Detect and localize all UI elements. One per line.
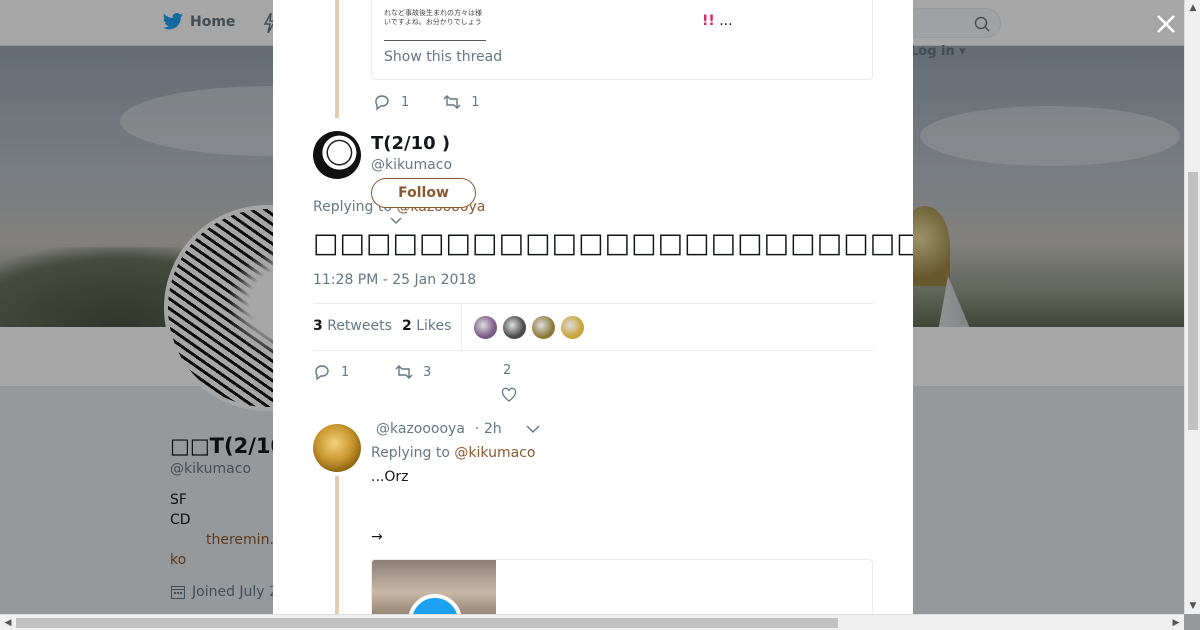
reply-arrow: → [371, 529, 383, 545]
reply-button[interactable]: 1 [373, 93, 409, 111]
scroll-right-arrow-icon[interactable]: ▶ [1168, 615, 1184, 630]
divider [461, 304, 462, 350]
previous-tweet-actions: 1 1 [373, 93, 514, 111]
scroll-left-arrow-icon[interactable]: ◀ [0, 615, 16, 630]
media-card[interactable] [371, 559, 873, 614]
scroll-down-arrow-icon[interactable]: ▼ [1185, 598, 1200, 614]
reply-header: @kazooooya · 2h [376, 421, 540, 437]
retweet-button[interactable]: 1 [443, 93, 480, 111]
author-avatar[interactable] [313, 131, 361, 179]
tweet-actions: 1 3 2 [313, 363, 563, 409]
tweet-modal: れなど事故後生まれの方々は様 いですよね。お分かりでしょう !! ... Sho… [273, 0, 913, 614]
replying-to-line: Replying to @kikumaco [371, 445, 536, 461]
likes-stat[interactable]: 2 Likes [402, 318, 451, 334]
heart-icon[interactable] [501, 387, 517, 403]
author-handle[interactable]: @kikumaco [371, 157, 452, 173]
reply-button[interactable]: 1 [313, 363, 349, 381]
chevron-down-icon[interactable] [390, 215, 402, 225]
thread-connector [335, 476, 339, 614]
tweet-text: □□□□□□□□□□□□□□□□□□□□□□□□□□□□□□□□□□□□□□□□… [313, 228, 913, 259]
scroll-up-arrow-icon[interactable]: ▲ [1185, 0, 1200, 16]
retweet-icon [443, 95, 461, 109]
quoted-image: れなど事故後生まれの方々は様 いですよね。お分かりでしょう [384, 0, 486, 41]
liker-avatar[interactable] [473, 315, 498, 340]
mention-link[interactable]: @kikumaco [454, 445, 535, 461]
retweets-stat[interactable]: 3 Retweets [313, 318, 392, 334]
scrollbar-thumb[interactable] [1188, 172, 1198, 430]
reply-icon [315, 365, 329, 381]
chevron-down-icon[interactable] [526, 424, 540, 434]
retweet-button[interactable]: 3 [395, 363, 431, 381]
reply-author-avatar[interactable] [313, 424, 361, 472]
quoted-text: !! ... [702, 13, 733, 29]
like-count: 2 [503, 363, 512, 378]
retweet-icon [395, 365, 413, 379]
show-thread-link[interactable]: Show this thread [384, 49, 502, 65]
liker-avatar[interactable] [502, 315, 527, 340]
liker-avatar[interactable] [560, 315, 585, 340]
author-name[interactable]: T(2/10 ) [371, 133, 450, 154]
close-icon[interactable] [1152, 10, 1180, 38]
liker-avatar[interactable] [531, 315, 556, 340]
scrollbar-thumb[interactable] [16, 618, 838, 628]
quoted-tweet-card[interactable]: れなど事故後生まれの方々は様 いですよね。お分かりでしょう !! ... Sho… [371, 0, 873, 80]
thread-connector [335, 0, 339, 118]
tweet-stats: 3 Retweets 2 Likes [313, 303, 873, 351]
reply-text: ...Orz [371, 469, 409, 485]
reply-time[interactable]: · 2h [475, 421, 502, 437]
tweet-timestamp[interactable]: 11:28 PM - 25 Jan 2018 [313, 272, 476, 288]
vertical-scrollbar[interactable]: ▲ ▼ [1184, 0, 1200, 614]
likers-avatars [473, 315, 585, 340]
reply-author-handle[interactable]: @kazooooya [376, 421, 465, 437]
reply-icon [375, 95, 389, 111]
horizontal-scrollbar[interactable]: ◀ ▶ [0, 614, 1184, 630]
follow-button[interactable]: Follow [371, 178, 476, 208]
